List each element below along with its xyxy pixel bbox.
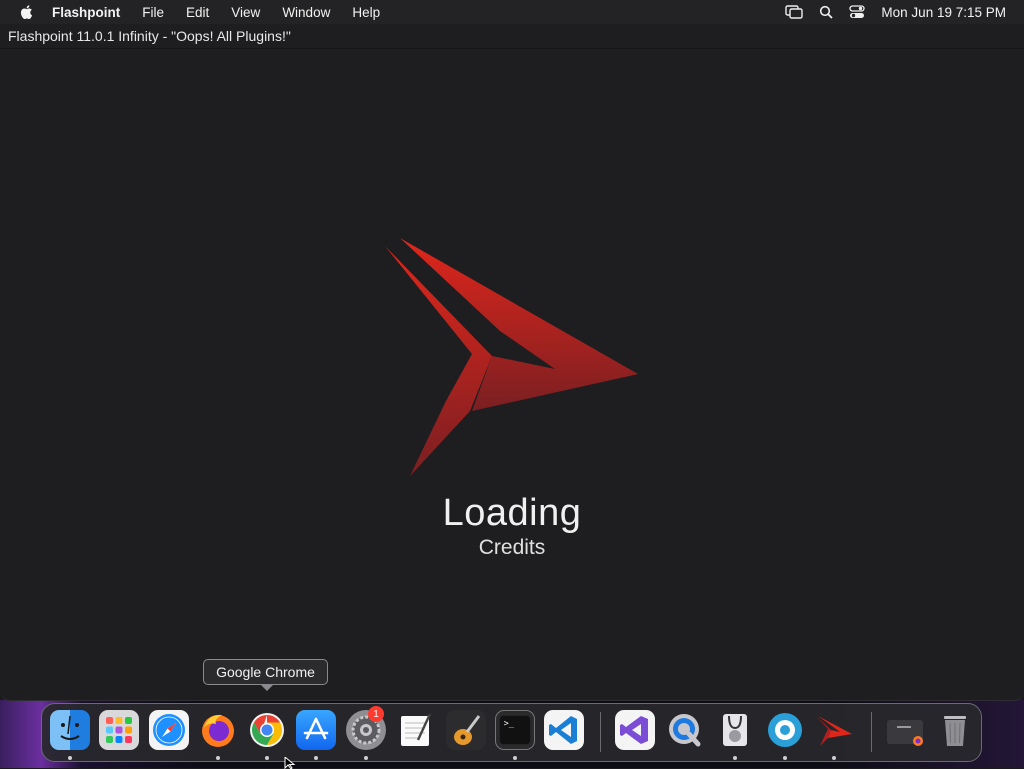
flashpoint-logo xyxy=(385,238,638,476)
disk-utility-running-dot xyxy=(733,756,737,760)
dock-separator xyxy=(600,712,601,752)
downloads-stack-icon[interactable] xyxy=(885,710,925,750)
terminal-icon[interactable]: >_ xyxy=(495,710,535,750)
firefox-running-dot xyxy=(216,756,220,760)
window-title-bar[interactable]: Flashpoint 11.0.1 Infinity - "Oops! All … xyxy=(0,24,1024,49)
textedit-icon[interactable] xyxy=(396,710,436,750)
quicktime-icon[interactable] xyxy=(665,710,705,750)
window-title: Flashpoint 11.0.1 Infinity - "Oops! All … xyxy=(8,28,291,44)
loading-subtitle: Credits xyxy=(478,536,546,559)
app-store-icon[interactable] xyxy=(296,710,336,750)
visual-studio-icon[interactable] xyxy=(615,710,655,750)
menu-file[interactable]: File xyxy=(142,5,164,20)
app-circle-running-dot xyxy=(783,756,787,760)
dock-tooltip: Google Chrome xyxy=(203,659,328,691)
dock-separator-2 xyxy=(871,712,872,752)
spotlight-search-icon[interactable] xyxy=(819,5,834,19)
screen-mirroring-icon[interactable] xyxy=(785,5,804,19)
system-preferences-badge: 1 xyxy=(368,706,384,722)
flashpoint-running-dot xyxy=(832,756,836,760)
finder-running-dot xyxy=(68,756,72,760)
app-circle-icon[interactable] xyxy=(765,710,805,750)
menu-app-name[interactable]: Flashpoint xyxy=(52,5,120,20)
svg-text:>_: >_ xyxy=(504,719,515,729)
launchpad-icon[interactable] xyxy=(99,710,139,750)
finder-icon[interactable] xyxy=(50,710,90,750)
system-preferences-running-dot xyxy=(364,756,368,760)
control-center-icon[interactable] xyxy=(849,5,866,19)
flashpoint-window: Flashpoint 11.0.1 Infinity - "Oops! All … xyxy=(0,24,1024,701)
menu-help[interactable]: Help xyxy=(352,5,380,20)
menu-clock[interactable]: Mon Jun 19 7:15 PM xyxy=(881,5,1006,20)
menu-edit[interactable]: Edit xyxy=(186,5,209,20)
google-chrome-icon[interactable] xyxy=(247,710,287,750)
firefox-icon[interactable] xyxy=(198,710,238,750)
dock: 1 >_ xyxy=(41,703,982,762)
vscode-icon[interactable] xyxy=(544,710,584,750)
garageband-icon[interactable] xyxy=(446,710,486,750)
menu-bar: Flashpoint File Edit View Window Help Mo… xyxy=(0,0,1024,24)
terminal-running-dot xyxy=(513,756,517,760)
loading-title: Loading xyxy=(442,492,582,534)
menu-window[interactable]: Window xyxy=(282,5,330,20)
app-store-running-dot xyxy=(314,756,318,760)
menu-view[interactable]: View xyxy=(231,5,260,20)
trash-icon[interactable] xyxy=(935,710,975,750)
safari-icon[interactable] xyxy=(149,710,189,750)
chrome-running-dot xyxy=(265,756,269,760)
apple-menu-icon[interactable] xyxy=(18,3,36,21)
flashpoint-icon[interactable] xyxy=(814,710,854,750)
disk-utility-icon[interactable] xyxy=(715,710,755,750)
mouse-pointer-icon xyxy=(284,757,296,769)
